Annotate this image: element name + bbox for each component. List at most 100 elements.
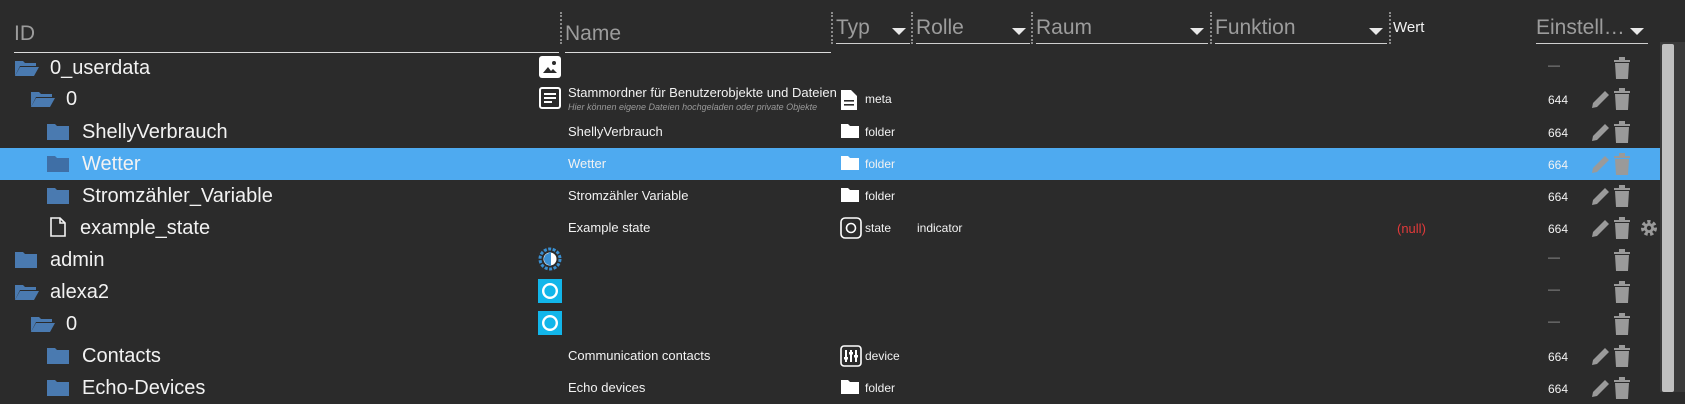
permission: 664 <box>1548 190 1569 204</box>
folder-icon <box>841 380 859 394</box>
tree-row[interactable]: 0 — <box>0 308 1660 340</box>
rolle-filter-select[interactable]: Rolle <box>916 16 1030 44</box>
folder-open-icon[interactable] <box>14 59 40 77</box>
trash-icon[interactable] <box>1613 88 1631 110</box>
state-icon <box>840 217 862 239</box>
permission: — <box>1548 250 1560 264</box>
permission: 664 <box>1548 158 1569 172</box>
edit-icon[interactable] <box>1590 345 1612 367</box>
article-icon <box>539 87 561 109</box>
column-resize-handle[interactable] <box>1389 12 1391 44</box>
tree-row[interactable]: 0_userdata — <box>0 52 1660 84</box>
trash-icon[interactable] <box>1613 345 1631 367</box>
file-icon[interactable] <box>50 217 66 237</box>
tree-row[interactable]: Echo-Devices Echo devices folder 664 <box>0 372 1660 404</box>
row-id: Stromzähler_Variable <box>82 185 273 207</box>
wert-column-header: Wert <box>1393 19 1425 36</box>
edit-icon[interactable] <box>1590 88 1612 110</box>
tree-row[interactable]: ShellyVerbrauch ShellyVerbrauch folder 6… <box>0 116 1660 148</box>
column-resize-handle[interactable] <box>831 12 833 44</box>
file-text-icon <box>841 90 857 110</box>
tree-row-selected[interactable]: Wetter Wetter folder 664 <box>0 148 1660 180</box>
admin-logo-icon <box>538 247 562 271</box>
tree-row[interactable]: 0 Stammordner für Benutzerobjekte und Da… <box>0 83 1660 115</box>
alexa-logo-icon <box>538 279 562 303</box>
trash-icon[interactable] <box>1613 249 1631 271</box>
settings-column-select[interactable]: Einstell… <box>1536 16 1648 44</box>
row-name: Example state <box>568 220 651 235</box>
row-type: folder <box>865 157 896 171</box>
folder-icon[interactable] <box>46 379 70 397</box>
column-resize-handle[interactable] <box>560 12 562 44</box>
edit-icon[interactable] <box>1590 153 1612 175</box>
permission: 644 <box>1548 93 1569 107</box>
gear-icon[interactable] <box>1638 217 1660 239</box>
row-id: Echo-Devices <box>82 377 206 399</box>
permission: 664 <box>1548 382 1569 396</box>
folder-open-icon[interactable] <box>30 315 56 333</box>
tree-row[interactable]: example_state Example state state indica… <box>0 212 1660 244</box>
row-id: 0_userdata <box>50 57 151 79</box>
column-resize-handle[interactable] <box>1031 12 1033 44</box>
raum-filter-select[interactable]: Raum <box>1036 16 1208 44</box>
row-name: ShellyVerbrauch <box>568 124 663 139</box>
permission: 664 <box>1548 350 1569 364</box>
row-id: admin <box>50 249 105 271</box>
row-type: folder <box>865 381 896 395</box>
chevron-down-icon <box>1012 28 1026 35</box>
row-name: Communication contacts <box>568 348 711 363</box>
funktion-filter-select[interactable]: Funktion <box>1215 16 1387 44</box>
edit-icon[interactable] <box>1590 185 1612 207</box>
row-id: 0 <box>66 88 78 110</box>
tree-row[interactable]: Contacts Communication contacts device 6… <box>0 340 1660 372</box>
row-name: Stammordner für Benutzerobjekte und Date… <box>568 85 837 100</box>
row-type: folder <box>865 189 896 203</box>
row-type: state <box>865 221 892 235</box>
trash-icon[interactable] <box>1613 377 1631 399</box>
permission: 664 <box>1548 126 1569 140</box>
row-role: indicator <box>917 221 963 235</box>
name-column-header[interactable]: Name <box>565 22 831 53</box>
edit-icon[interactable] <box>1590 377 1612 399</box>
folder-open-icon[interactable] <box>14 283 40 301</box>
device-icon <box>840 345 862 367</box>
row-name: Stromzähler Variable <box>568 188 689 203</box>
column-resize-handle[interactable] <box>1210 12 1212 44</box>
folder-icon[interactable] <box>46 155 70 173</box>
permission: — <box>1548 58 1560 72</box>
scrollbar-thumb[interactable] <box>1662 44 1674 392</box>
trash-icon[interactable] <box>1613 281 1631 303</box>
tree-row[interactable]: admin — <box>0 244 1660 276</box>
row-type: meta <box>865 92 892 106</box>
image-icon <box>539 56 561 78</box>
trash-icon[interactable] <box>1613 57 1631 79</box>
typ-filter-select[interactable]: Typ <box>836 16 910 44</box>
trash-icon[interactable] <box>1613 217 1631 239</box>
row-id: ShellyVerbrauch <box>82 121 228 143</box>
edit-icon[interactable] <box>1590 217 1612 239</box>
row-id: Contacts <box>82 345 161 367</box>
id-column-header[interactable]: ID <box>14 22 559 53</box>
chevron-down-icon <box>892 28 906 35</box>
tree-row[interactable]: Stromzähler_Variable Stromzähler Variabl… <box>0 180 1660 212</box>
folder-icon[interactable] <box>46 123 70 141</box>
folder-open-icon[interactable] <box>30 90 56 108</box>
permission: — <box>1548 314 1560 328</box>
edit-icon[interactable] <box>1590 121 1612 143</box>
folder-icon[interactable] <box>14 251 38 269</box>
row-type: device <box>865 349 900 363</box>
trash-icon[interactable] <box>1613 185 1631 207</box>
folder-icon[interactable] <box>46 187 70 205</box>
trash-icon[interactable] <box>1613 121 1631 143</box>
row-id: 0 <box>66 313 78 335</box>
folder-icon[interactable] <box>46 347 70 365</box>
trash-icon[interactable] <box>1613 313 1631 335</box>
row-value[interactable]: (null) <box>1397 221 1426 236</box>
folder-icon <box>841 188 859 202</box>
trash-icon[interactable] <box>1613 153 1631 175</box>
column-resize-handle[interactable] <box>911 12 913 44</box>
row-id: Wetter <box>82 153 141 175</box>
tree-row[interactable]: alexa2 — <box>0 276 1660 308</box>
row-id: example_state <box>80 217 211 239</box>
row-id: alexa2 <box>50 281 109 303</box>
